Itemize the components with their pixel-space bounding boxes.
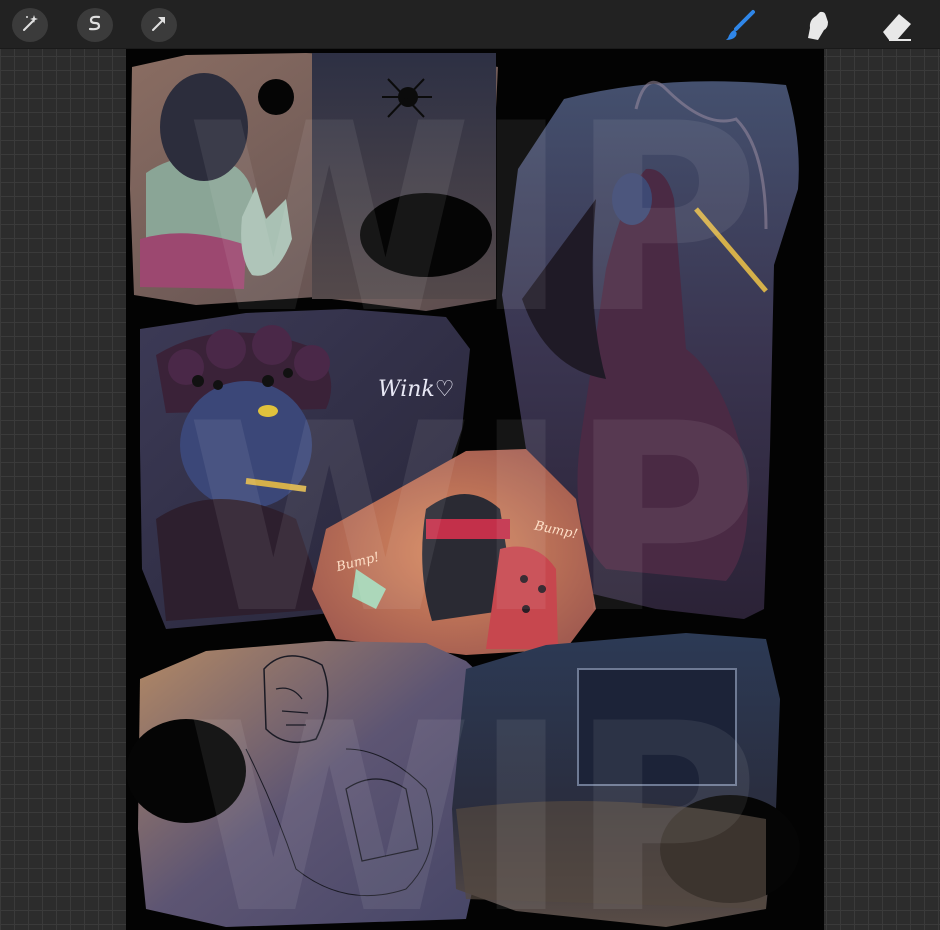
transform-button[interactable]: [141, 8, 177, 42]
drawing-canvas[interactable]: WIP WIP WIP Wink♡ Bump! Bump!: [126, 49, 824, 930]
wip-watermark-bottom: WIP: [186, 669, 760, 930]
magic-wand-icon: [20, 13, 40, 38]
wip-watermark-mid: WIP: [186, 369, 760, 671]
arrow-cursor-icon: [149, 13, 169, 38]
top-toolbar: [0, 0, 940, 49]
selection-s-icon: [85, 13, 105, 38]
eraser-tool-button[interactable]: [877, 6, 917, 44]
eraser-icon: [877, 14, 917, 48]
adjustments-button[interactable]: [12, 8, 48, 42]
brush-tool-button[interactable]: [720, 6, 760, 44]
wink-sfx: Wink♡: [378, 377, 455, 402]
comic-page-artwork: WIP WIP WIP: [126, 53, 800, 930]
brush-icon: [720, 10, 760, 48]
selection-button[interactable]: [77, 8, 113, 42]
smudge-icon: [798, 11, 838, 48]
smudge-tool-button[interactable]: [798, 6, 838, 44]
wip-watermark-top: WIP: [186, 69, 760, 371]
